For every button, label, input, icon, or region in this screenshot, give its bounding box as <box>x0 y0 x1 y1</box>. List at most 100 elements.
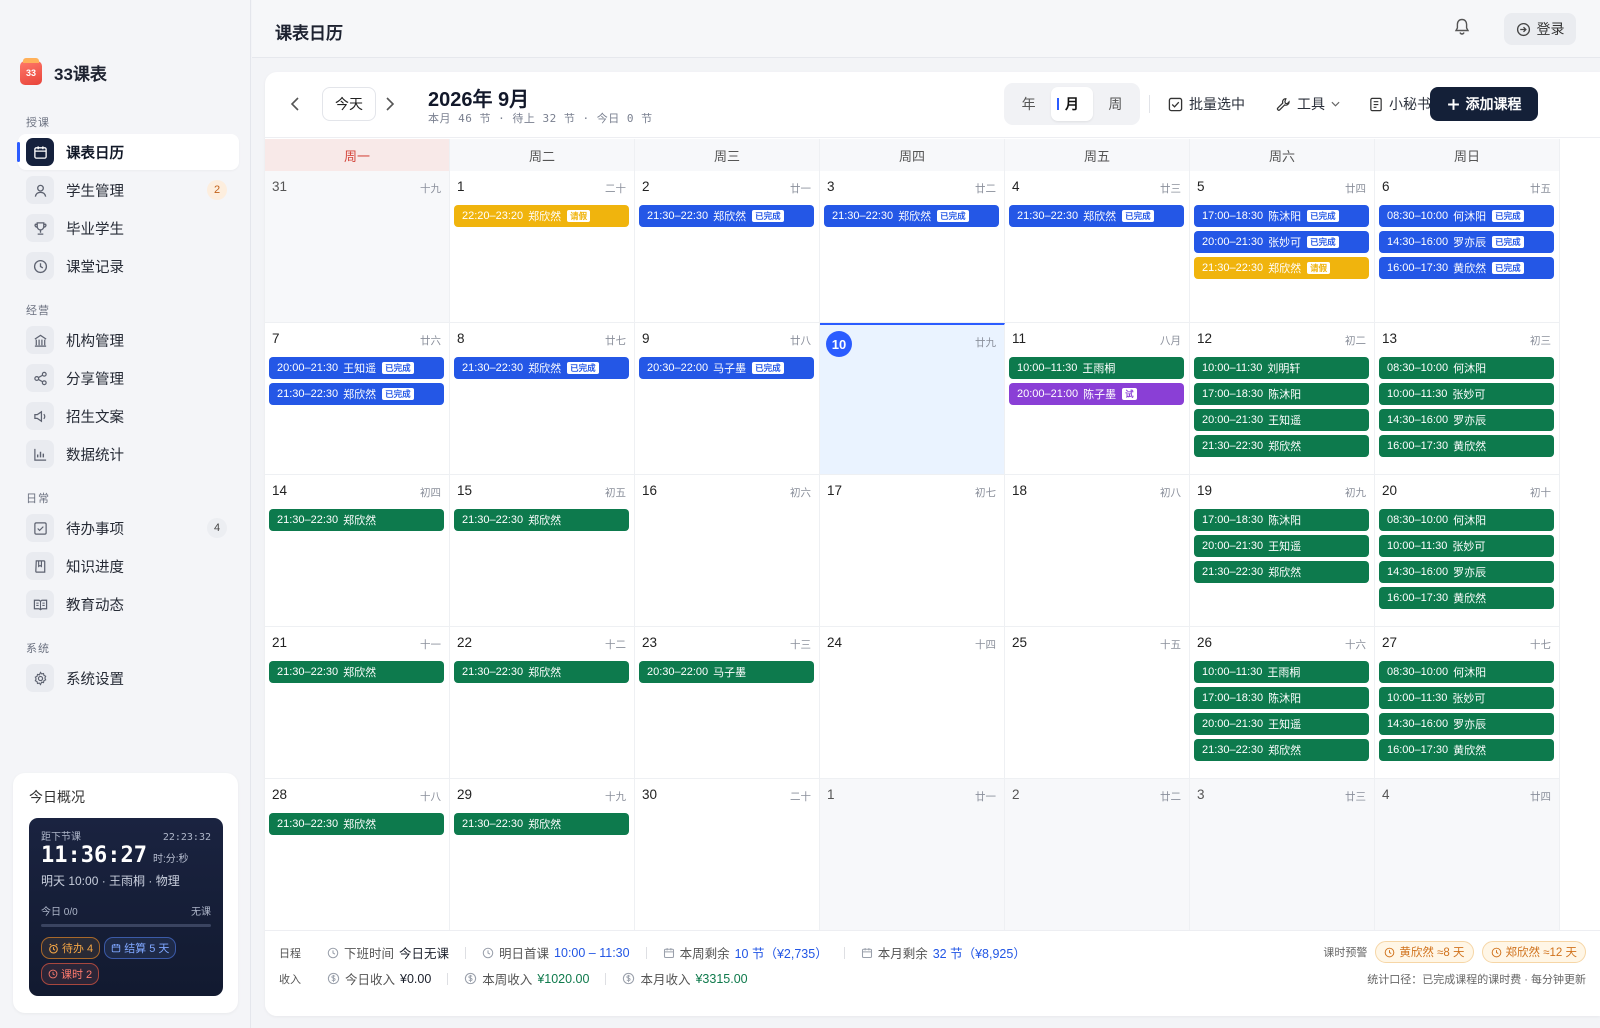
lesson-event[interactable]: 10:00–11:30 王雨桐 <box>1009 357 1184 379</box>
sidebar-item-calendar[interactable]: 课表日历 <box>17 134 239 170</box>
sidebar-item-book[interactable]: 知识进度 <box>18 548 239 584</box>
day-cell[interactable]: 5 廿四 17:00–18:30 陈沐阳 已完成 20:00–21:30 张妙可 已完成 21:… <box>1190 171 1375 323</box>
tools-dropdown[interactable]: 工具 <box>1276 94 1340 114</box>
add-course-button[interactable]: 添加课程 <box>1430 87 1538 121</box>
day-cell[interactable]: 15 初五 21:30–22:30 郑欣然 <box>450 475 635 627</box>
day-cell[interactable]: 23 十三 20:30–22:00 马子墨 <box>635 627 820 779</box>
day-cell[interactable]: 16 初六 <box>635 475 820 627</box>
lesson-event[interactable]: 14:30–16:00 罗亦辰 <box>1379 409 1554 431</box>
day-cell[interactable]: 9 廿八 20:30–22:00 马子墨 已完成 <box>635 323 820 475</box>
day-cell[interactable]: 11 八月 10:00–11:30 王雨桐 20:00–21:00 陈子墨试 <box>1005 323 1190 475</box>
day-cell[interactable]: 14 初四 21:30–22:30 郑欣然 <box>265 475 450 627</box>
day-cell[interactable]: 22 十二 21:30–22:30 郑欣然 <box>450 627 635 779</box>
day-cell[interactable]: 29 十九 21:30–22:30 郑欣然 <box>450 779 635 931</box>
lesson-event[interactable]: 21:30–22:30 郑欣然 已完成 <box>824 205 999 227</box>
day-cell[interactable]: 13 初三 08:30–10:00 何沐阳 10:00–11:30 张妙可 14:30–16… <box>1375 323 1560 475</box>
lesson-event[interactable]: 10:00–11:30 张妙可 <box>1379 535 1554 557</box>
lesson-event[interactable]: 14:30–16:00 罗亦辰 <box>1379 713 1554 735</box>
countdown-card[interactable]: 距下节课 22:23:32 11:36:27 时:分:秒 明天 10:00 · 王… <box>29 818 223 996</box>
day-cell[interactable]: 18 初八 <box>1005 475 1190 627</box>
day-cell[interactable]: 3 廿二 21:30–22:30 郑欣然 已完成 <box>820 171 1005 323</box>
brand[interactable]: 33 33课表 <box>20 57 107 85</box>
login-button[interactable]: 登录 <box>1504 13 1576 45</box>
day-cell[interactable]: 30 二十 <box>635 779 820 931</box>
lesson-event[interactable]: 21:30–22:30 郑欣然 已完成 <box>269 383 444 405</box>
lesson-event[interactable]: 16:00–17:30 黄欣然 <box>1379 435 1554 457</box>
day-cell-today[interactable]: 10 廿九 <box>820 323 1005 475</box>
lesson-event[interactable]: 08:30–10:00 何沐阳 已完成 <box>1379 205 1554 227</box>
sidebar-item-gear[interactable]: 系统设置 <box>18 660 239 696</box>
day-cell[interactable]: 6 廿五 08:30–10:00 何沐阳 已完成 14:30–16:00 罗亦辰 已完成 16:… <box>1375 171 1560 323</box>
lesson-event[interactable]: 20:00–21:30 王知遥 <box>1194 409 1369 431</box>
sidebar-item-trophy[interactable]: 毕业学生 <box>18 210 239 246</box>
day-cell[interactable]: 4 廿四 <box>1375 779 1560 931</box>
lesson-event[interactable]: 21:30–22:30 郑欣然 已完成 <box>639 205 814 227</box>
sidebar-item-news[interactable]: 教育动态 <box>18 586 239 622</box>
lesson-event[interactable]: 21:30–22:30 郑欣然 <box>454 661 629 683</box>
hours-warning-chip[interactable]: 郑欣然 ≈12 天 <box>1481 941 1586 963</box>
view-tab[interactable]: 月 <box>1051 87 1093 121</box>
sidebar-item-checkbox[interactable]: 待办事项 4 <box>18 510 239 546</box>
bell-icon[interactable] <box>1454 18 1470 41</box>
sidebar-item-share[interactable]: 分享管理 <box>18 360 239 396</box>
lesson-event[interactable]: 08:30–10:00 何沐阳 <box>1379 509 1554 531</box>
lesson-event[interactable]: 21:30–22:30 郑欣然 <box>269 661 444 683</box>
lesson-event[interactable]: 10:00–11:30 张妙可 <box>1379 383 1554 405</box>
day-cell[interactable]: 3 廿三 <box>1190 779 1375 931</box>
day-cell[interactable]: 21 十一 21:30–22:30 郑欣然 <box>265 627 450 779</box>
lesson-event[interactable]: 20:00–21:00 陈子墨试 <box>1009 383 1184 405</box>
overview-chip[interactable]: 课时 2 <box>41 963 100 985</box>
lesson-event[interactable]: 08:30–10:00 何沐阳 <box>1379 357 1554 379</box>
lesson-event[interactable]: 20:00–21:30 王知遥 <box>1194 713 1369 735</box>
lesson-event[interactable]: 21:30–22:30 郑欣然 已完成 <box>1009 205 1184 227</box>
lesson-event[interactable]: 20:00–21:30 张妙可 已完成 <box>1194 231 1369 253</box>
lesson-event[interactable]: 21:30–22:30 郑欣然 <box>1194 739 1369 761</box>
overview-chip[interactable]: 结算 5 天 <box>104 937 177 959</box>
day-cell[interactable]: 2 廿二 <box>1005 779 1190 931</box>
lesson-event[interactable]: 14:30–16:00 罗亦辰 已完成 <box>1379 231 1554 253</box>
day-cell[interactable]: 17 初七 <box>820 475 1005 627</box>
lesson-event[interactable]: 16:00–17:30 黄欣然 已完成 <box>1379 257 1554 279</box>
day-cell[interactable]: 12 初二 10:00–11:30 刘明轩 17:00–18:30 陈沐阳 20:00–21… <box>1190 323 1375 475</box>
lesson-event[interactable]: 08:30–10:00 何沐阳 <box>1379 661 1554 683</box>
day-cell[interactable]: 31 十九 <box>265 171 450 323</box>
lesson-event[interactable]: 21:30–22:30 郑欣然 <box>269 509 444 531</box>
lesson-event[interactable]: 10:00–11:30 刘明轩 <box>1194 357 1369 379</box>
lesson-event[interactable]: 20:30–22:00 马子墨 <box>639 661 814 683</box>
lesson-event[interactable]: 17:00–18:30 陈沐阳 <box>1194 383 1369 405</box>
lesson-event[interactable]: 21:30–22:30 郑欣然 <box>269 813 444 835</box>
day-cell[interactable]: 1 廿一 <box>820 779 1005 931</box>
day-cell[interactable]: 4 廿三 21:30–22:30 郑欣然 已完成 <box>1005 171 1190 323</box>
day-cell[interactable]: 7 廿六 20:00–21:30 王知遥 已完成 21:30–22:30 郑欣然 已完成 <box>265 323 450 475</box>
lesson-event[interactable]: 10:00–11:30 张妙可 <box>1379 687 1554 709</box>
lesson-event[interactable]: 21:30–22:30 郑欣然 <box>454 813 629 835</box>
lesson-event[interactable]: 21:30–22:30 郑欣然 <box>1194 561 1369 583</box>
lesson-event[interactable]: 20:30–22:00 马子墨 已完成 <box>639 357 814 379</box>
day-cell[interactable]: 25 十五 <box>1005 627 1190 779</box>
day-cell[interactable]: 2 廿一 21:30–22:30 郑欣然 已完成 <box>635 171 820 323</box>
view-tab[interactable]: 年 <box>1008 87 1049 121</box>
day-cell[interactable]: 24 十四 <box>820 627 1005 779</box>
lesson-event[interactable]: 14:30–16:00 罗亦辰 <box>1379 561 1554 583</box>
lesson-event[interactable]: 21:30–22:30 郑欣然 <box>454 509 629 531</box>
view-tab[interactable]: 周 <box>1095 87 1136 121</box>
next-month-button[interactable] <box>380 94 400 114</box>
secretary-button[interactable]: 小秘书 <box>1369 94 1431 114</box>
lesson-event[interactable]: 17:00–18:30 陈沐阳 <box>1194 509 1369 531</box>
lesson-event[interactable]: 22:20–23:20 郑欣然 请假 <box>454 205 629 227</box>
lesson-event[interactable]: 21:30–22:30 郑欣然 <box>1194 435 1369 457</box>
overview-chip[interactable]: 待办 4 <box>41 937 101 959</box>
lesson-event[interactable]: 10:00–11:30 王雨桐 <box>1194 661 1369 683</box>
hours-warning-chip[interactable]: 黄欣然 ≈8 天 <box>1375 941 1474 963</box>
day-cell[interactable]: 8 廿七 21:30–22:30 郑欣然 已完成 <box>450 323 635 475</box>
lesson-event[interactable]: 21:30–22:30 郑欣然 已完成 <box>454 357 629 379</box>
lesson-event[interactable]: 17:00–18:30 陈沐阳 <box>1194 687 1369 709</box>
day-cell[interactable]: 26 十六 10:00–11:30 王雨桐 17:00–18:30 陈沐阳 20:00–21… <box>1190 627 1375 779</box>
day-cell[interactable]: 20 初十 08:30–10:00 何沐阳 10:00–11:30 张妙可 14:30–16… <box>1375 475 1560 627</box>
lesson-event[interactable]: 16:00–17:30 黄欣然 <box>1379 739 1554 761</box>
prev-month-button[interactable] <box>285 94 305 114</box>
day-cell[interactable]: 1 二十 22:20–23:20 郑欣然 请假 <box>450 171 635 323</box>
batch-select-button[interactable]: 批量选中 <box>1168 94 1245 114</box>
day-cell[interactable]: 27 十七 08:30–10:00 何沐阳 10:00–11:30 张妙可 14:30–16… <box>1375 627 1560 779</box>
lesson-event[interactable]: 21:30–22:30 郑欣然 请假 <box>1194 257 1369 279</box>
